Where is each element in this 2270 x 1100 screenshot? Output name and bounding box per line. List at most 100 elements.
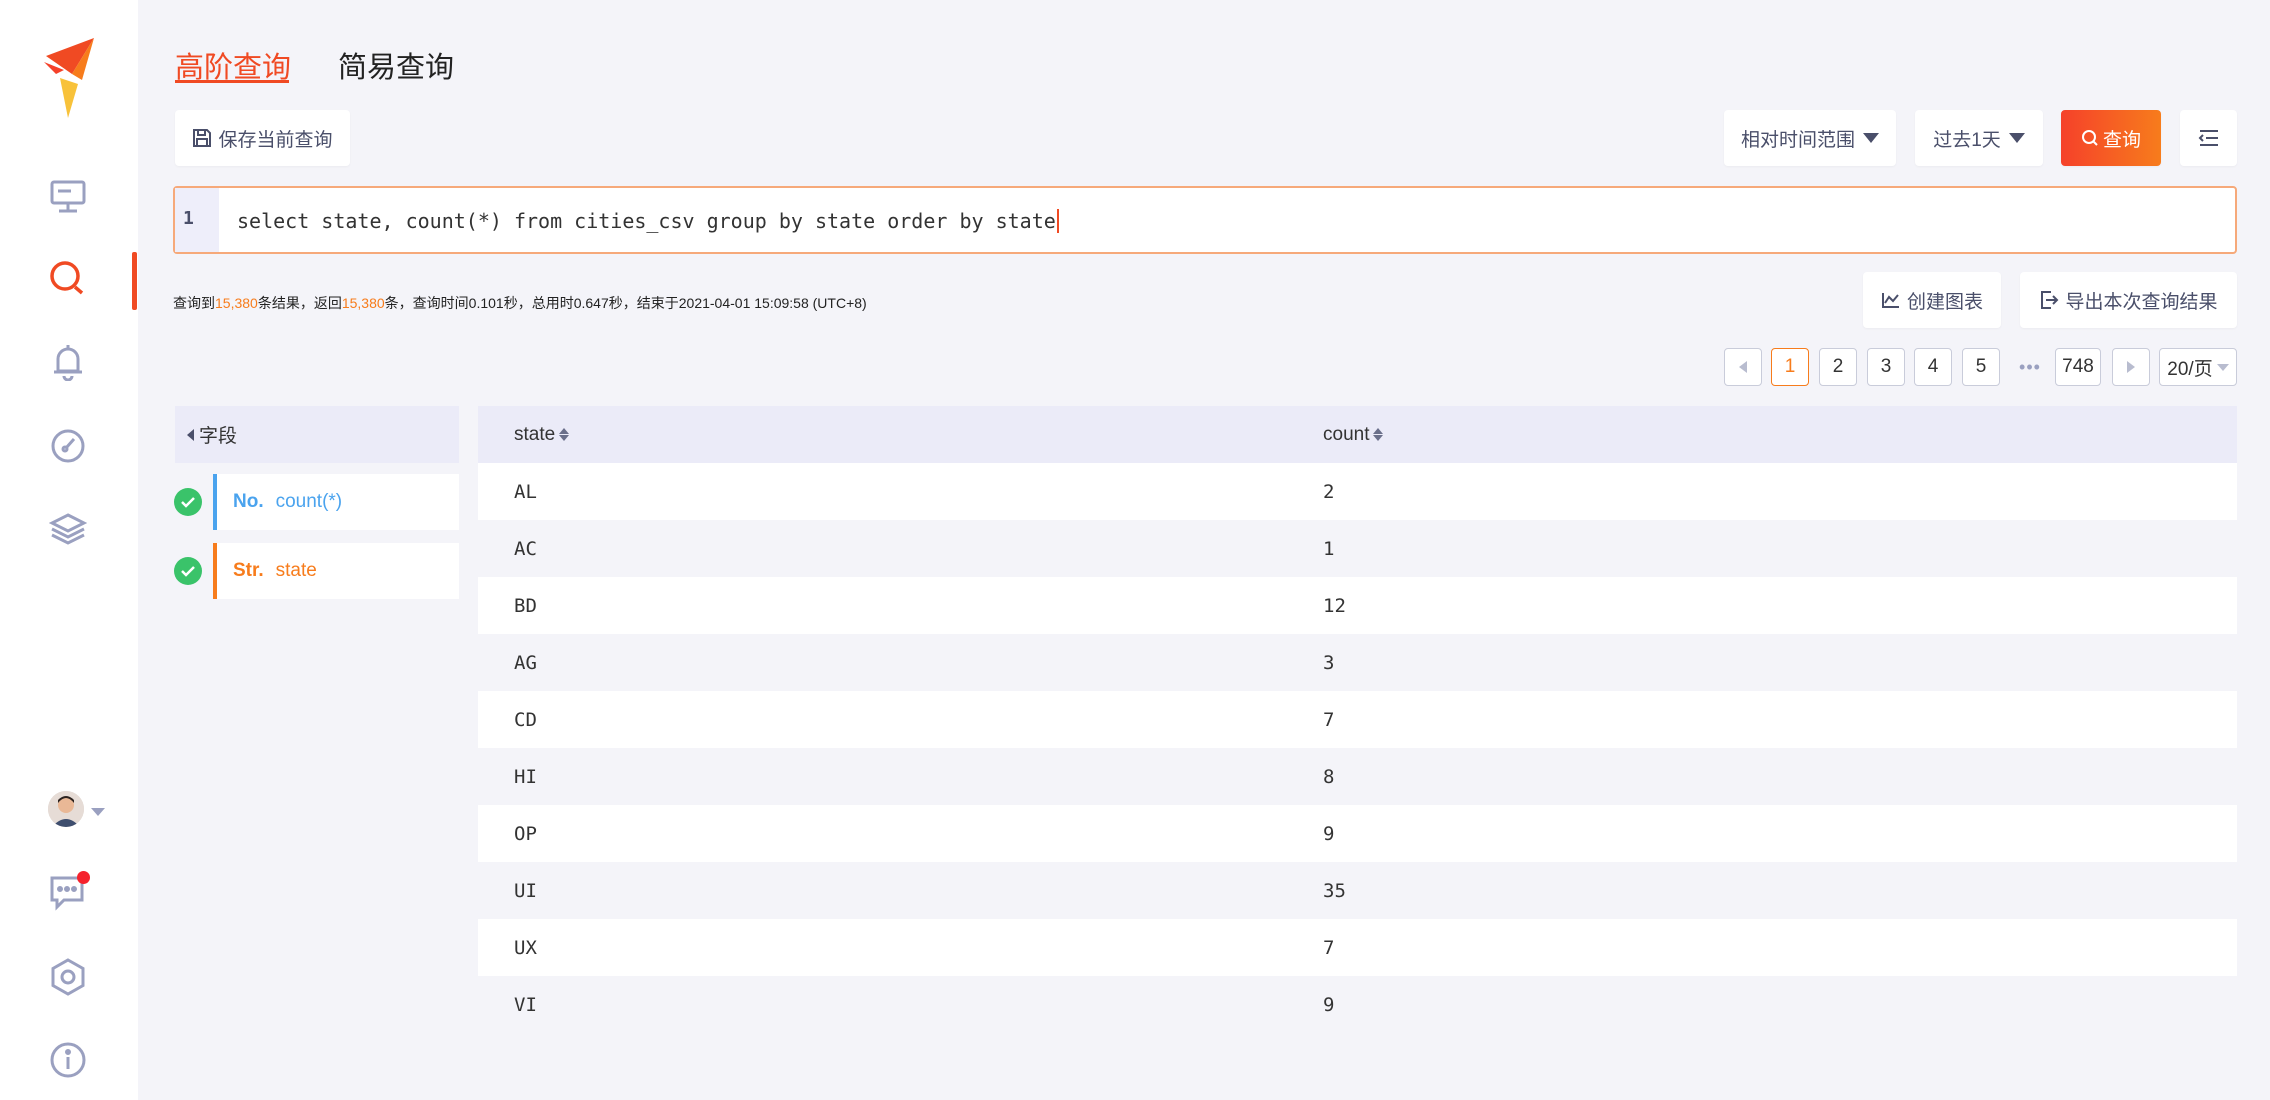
cell-count: 7 — [1323, 936, 1335, 959]
time-past-label: 过去1天 — [1933, 129, 2001, 151]
settings-icon[interactable] — [47, 956, 89, 998]
caret-down-icon — [2216, 363, 2229, 371]
cell-state: OP — [514, 822, 537, 845]
cell-count: 35 — [1323, 879, 1346, 902]
field-type: No. — [233, 491, 264, 512]
time-range-dropdown[interactable]: 相对时间范围 — [1724, 110, 1896, 166]
table-row: UX 7 — [478, 919, 2237, 976]
table-header: state count — [478, 406, 2237, 463]
sql-editor[interactable]: 1 select state, count(*) from cities_csv… — [173, 186, 2237, 254]
search-icon[interactable] — [47, 258, 89, 300]
avatar[interactable] — [48, 791, 84, 827]
cell-count: 1 — [1323, 537, 1335, 560]
query-stats: 查询到15,380条结果，返回15,380条，查询时间0.101秒，总用时0.6… — [173, 293, 867, 313]
sidebar — [0, 0, 138, 1100]
cell-count: 8 — [1323, 765, 1335, 788]
field-item[interactable]: No. count(*) — [213, 474, 459, 530]
caret-left-icon — [1739, 361, 1747, 373]
fields-panel-header[interactable]: 字段 — [175, 406, 459, 463]
sort-icon[interactable] — [1373, 428, 1384, 441]
search-icon — [2081, 130, 2098, 146]
caret-down-icon — [2008, 133, 2025, 143]
cell-count: 7 — [1323, 708, 1335, 731]
bell-icon[interactable] — [47, 341, 89, 383]
column-header-state[interactable]: state — [478, 424, 1323, 446]
active-indicator — [132, 252, 137, 310]
page-button[interactable]: 4 — [1914, 348, 1952, 386]
stats-text: ，结束于2021-04-01 15:09:58 (UTC+8) — [622, 295, 867, 311]
table-row: HI 8 — [478, 748, 2237, 805]
create-chart-button[interactable]: 创建图表 — [1863, 272, 2001, 328]
logo — [44, 38, 94, 118]
table-row: UI 35 — [478, 862, 2237, 919]
cell-state: UI — [514, 879, 537, 902]
table-body: AL 2 AC 1 BD 12 AG 3 CD 7 HI 8 OP 9 UI 35 UX 7 VI… — [478, 463, 2237, 1033]
column-label: count — [1323, 423, 1370, 445]
page-button[interactable]: 1 — [1771, 348, 1809, 386]
stats-found-count: 15,380 — [215, 295, 258, 311]
cell-count: 3 — [1323, 651, 1335, 674]
cell-state: VI — [514, 993, 537, 1016]
table-row: AL 2 — [478, 463, 2237, 520]
info-icon[interactable] — [47, 1039, 89, 1081]
cell-count: 12 — [1323, 594, 1346, 617]
collapse-icon — [187, 428, 194, 441]
sql-text[interactable]: select state, count(*) from cities_csv g… — [237, 209, 1056, 233]
text-cursor — [1056, 209, 1059, 233]
table-row: CD 7 — [478, 691, 2237, 748]
save-icon — [193, 129, 212, 147]
check-icon[interactable] — [174, 557, 202, 585]
tab-underline — [175, 80, 289, 83]
table-row: BD 12 — [478, 577, 2237, 634]
table-row: AG 3 — [478, 634, 2237, 691]
page-prev-button[interactable] — [1724, 348, 1762, 386]
cell-count: 2 — [1323, 480, 1335, 503]
column-header-count[interactable]: count — [1323, 423, 1384, 446]
page-next-button[interactable] — [2112, 348, 2150, 386]
export-results-button[interactable]: 导出本次查询结果 — [2020, 272, 2237, 328]
field-name: state — [275, 560, 317, 581]
export-results-label: 导出本次查询结果 — [2065, 291, 2218, 313]
menu-collapse-icon — [2198, 130, 2218, 146]
check-icon[interactable] — [174, 488, 202, 516]
page-button[interactable]: 3 — [1867, 348, 1905, 386]
table-row: AC 1 — [478, 520, 2237, 577]
stats-total-time: 0.647秒 — [573, 295, 623, 311]
layers-icon[interactable] — [47, 508, 89, 550]
caret-down-icon — [1863, 133, 1879, 143]
page-size-select[interactable]: 20/页 — [2159, 348, 2237, 386]
monitor-icon[interactable] — [47, 176, 89, 218]
stats-text: ，总用时 — [517, 295, 574, 311]
time-past-dropdown[interactable]: 过去1天 — [1915, 110, 2043, 166]
sort-icon[interactable] — [559, 428, 570, 441]
tab-simple-query[interactable]: 简易查询 — [338, 44, 454, 86]
cell-state: AC — [514, 537, 537, 560]
page-button[interactable]: 5 — [1962, 348, 2000, 386]
cell-count: 9 — [1323, 993, 1335, 1016]
save-query-label: 保存当前查询 — [218, 129, 333, 151]
field-name: count(*) — [275, 491, 343, 512]
page-button-last[interactable]: 748 — [2055, 348, 2101, 386]
line-chart-icon — [1881, 293, 1899, 308]
table-row: VI 9 — [478, 976, 2237, 1033]
cell-state: AL — [514, 480, 537, 503]
query-button[interactable]: 查询 — [2061, 110, 2161, 166]
menu-collapse-button[interactable] — [2180, 110, 2237, 166]
cell-state: HI — [514, 765, 537, 788]
save-query-button[interactable]: 保存当前查询 — [175, 110, 350, 166]
stats-returned-count: 15,380 — [341, 295, 385, 311]
field-item[interactable]: Str. state — [213, 543, 459, 599]
caret-right-icon — [2127, 361, 2135, 373]
page-ellipsis[interactable]: ••• — [2015, 348, 2045, 386]
dashboard-icon[interactable] — [47, 425, 89, 467]
time-range-label: 相对时间范围 — [1740, 129, 1855, 151]
cell-state: AG — [514, 651, 537, 674]
query-label: 查询 — [2102, 129, 2141, 151]
cell-state: UX — [514, 936, 537, 959]
stats-text: 条结果，返回 — [257, 295, 342, 311]
stats-text: 条，查询时间 — [384, 295, 469, 311]
chevron-down-icon[interactable] — [91, 808, 105, 816]
page-size-label: 20/页 — [2167, 358, 2213, 380]
page-button[interactable]: 2 — [1819, 348, 1857, 386]
cell-count: 9 — [1323, 822, 1335, 845]
